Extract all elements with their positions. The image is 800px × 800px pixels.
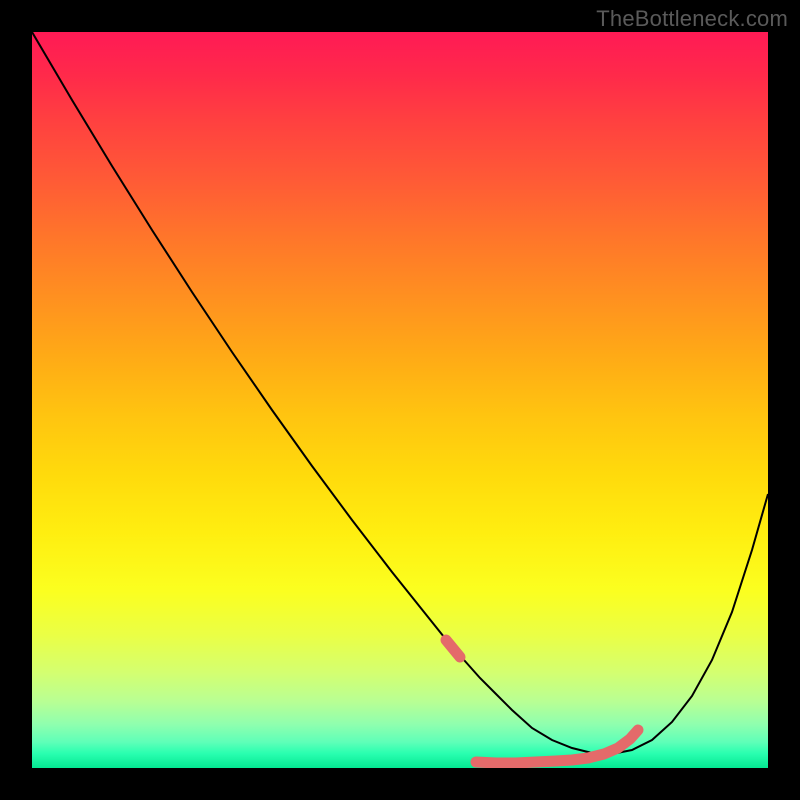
highlight-group [446,640,638,763]
chart-svg [32,32,768,768]
highlight-segment [588,730,638,758]
highlight-segment [476,758,588,763]
plot-area [32,32,768,768]
watermark-text: TheBottleneck.com [596,6,788,32]
chart-container: TheBottleneck.com [0,0,800,800]
highlight-segment [446,640,460,657]
main-curve [32,32,768,754]
